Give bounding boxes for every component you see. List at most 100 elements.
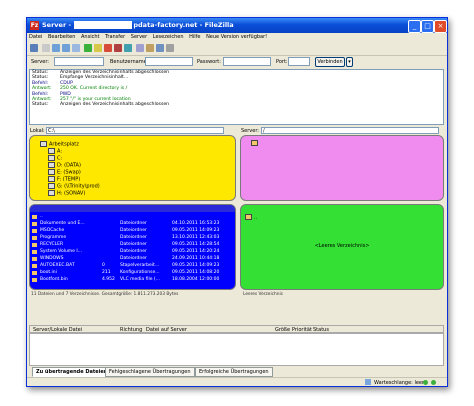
process-queue-icon[interactable] xyxy=(94,44,102,52)
message-log[interactable]: Status: Anzeigen des Verzeichnisinhalts a… xyxy=(29,69,444,125)
local-site-label: Lokal: xyxy=(30,128,45,134)
log-text: 250 OK. Current directory is / xyxy=(60,86,128,92)
local-tree-item[interactable]: A: xyxy=(48,148,62,155)
file-name: Bootfont.bin xyxy=(40,277,68,282)
toggle-remote-tree-icon[interactable] xyxy=(62,44,70,52)
file-icon xyxy=(32,264,37,268)
file-icon xyxy=(32,236,37,240)
menu-ansicht[interactable]: Ansicht xyxy=(79,33,101,41)
drive-icon xyxy=(48,148,55,154)
quickconnect-bar: Server: Benutzername: Passwort: Port: Ve… xyxy=(27,56,447,68)
tab-successful-transfers[interactable]: Erfolgreiche Übertragungen xyxy=(195,367,273,377)
remote-tree-root[interactable] xyxy=(251,140,260,147)
toggle-queue-icon[interactable] xyxy=(72,44,80,52)
file-type: VLC media file (... xyxy=(120,277,160,282)
file-type: Dateiordner xyxy=(120,256,147,261)
local-tree-label: A: xyxy=(57,148,63,155)
title-prefix: Server - xyxy=(42,21,74,29)
file-type: Konfigurationse... xyxy=(120,270,160,275)
remote-tree-pane[interactable] xyxy=(240,135,444,201)
sync-browse-icon[interactable] xyxy=(156,44,164,52)
port-input[interactable] xyxy=(288,57,310,66)
local-file-row[interactable]: Dokumente und E... Dateiordner 04.10.2011 … xyxy=(32,221,232,227)
close-button[interactable]: × xyxy=(434,20,447,33)
menu-server[interactable]: Server xyxy=(129,33,149,41)
cancel-icon[interactable] xyxy=(104,44,112,52)
local-path-input[interactable]: C:\ xyxy=(46,127,224,134)
computer-icon xyxy=(40,141,47,147)
status-led-icon xyxy=(423,380,428,385)
compare-icon[interactable] xyxy=(146,44,154,52)
log-text: PWD xyxy=(60,91,71,97)
window-title: Server - pdata-factory.net - FileZilla xyxy=(42,21,234,29)
local-file-row[interactable]: WINDOWS Dateiordner 24.09.2011 10:44:18 xyxy=(32,256,232,262)
filter-icon[interactable] xyxy=(136,44,144,52)
tab-failed-transfers[interactable]: Fehlgeschlagene Übertragungen xyxy=(105,367,195,377)
file-type: Dateiordner xyxy=(120,235,147,240)
local-file-row[interactable]: .. xyxy=(32,214,232,220)
maximize-button[interactable]: □ xyxy=(421,20,434,33)
menu-datei[interactable]: Datei xyxy=(27,33,44,41)
local-tree-label: C: xyxy=(57,155,63,162)
file-name: WINDOWS xyxy=(40,256,64,261)
tab-queued-files[interactable]: Zu übertragende Dateien xyxy=(32,367,112,377)
toggle-local-tree-icon[interactable] xyxy=(52,44,60,52)
local-file-list[interactable]: .. Dokumente und E... Dateiordner 04.10.201… xyxy=(29,204,236,290)
file-type: Dateiordner xyxy=(120,221,147,226)
file-name: RECYCLER xyxy=(40,242,64,247)
file-date: 09.05.2011 14:28:54 xyxy=(172,242,220,247)
disconnect-icon[interactable] xyxy=(114,44,122,52)
menu-new-version[interactable]: Neue Version verfügbar! xyxy=(204,33,269,41)
local-file-row[interactable]: Programme Dateiordner 13.10.2011 12:43:03 xyxy=(32,235,232,241)
connect-dropdown-button[interactable]: ▾ xyxy=(346,57,353,67)
queue-status-text: Warteschlange: leer xyxy=(374,380,425,386)
local-file-row[interactable]: AUTOEXEC.BAT 0 Stapelverarbeit... 09.05.201… xyxy=(32,263,232,269)
local-tree-label: F: (TEMP) xyxy=(57,176,81,183)
site-manager-icon[interactable] xyxy=(30,44,38,52)
menu-transfer[interactable]: Transfer xyxy=(103,33,127,41)
local-tree-item[interactable]: Arbeitsplatz xyxy=(40,141,79,148)
transfer-queue-list[interactable] xyxy=(29,333,444,366)
menu-bearbeiten[interactable]: Bearbeiten xyxy=(46,33,77,41)
remote-file-list[interactable]: .. <Leeres Verzeichnis> xyxy=(240,204,444,290)
filezilla-window: Fz Server - pdata-factory.net - FileZill… xyxy=(26,17,448,387)
toolbar xyxy=(27,42,447,56)
local-path-value: C:\ xyxy=(48,128,55,134)
refresh-icon[interactable] xyxy=(84,44,92,52)
reconnect-icon[interactable] xyxy=(124,44,132,52)
local-file-row[interactable]: Bootfont.bin 4.952 VLC media file (... 18.0… xyxy=(32,277,232,283)
server-input[interactable] xyxy=(54,57,104,66)
log-row: Status: Anzeigen des Verzeichnisinhalts a… xyxy=(30,102,443,107)
local-tree-item[interactable]: H: (SONAV) xyxy=(48,190,85,197)
remote-site-label: Server: xyxy=(241,128,259,134)
file-size: 0 xyxy=(102,263,105,268)
toggle-log-icon[interactable] xyxy=(42,44,50,52)
menu-lesezeichen[interactable]: Lesezeichen xyxy=(151,33,186,41)
remote-parent-row[interactable]: .. xyxy=(245,214,257,221)
file-size: 211 xyxy=(102,270,111,275)
title-suffix: pdata-factory.net - FileZilla xyxy=(133,21,234,29)
local-file-row[interactable]: boot.ini 211 Konfigurationse... 09.05.2011 … xyxy=(32,270,232,276)
local-tree-item[interactable]: E: (Swap) xyxy=(48,169,81,176)
search-icon[interactable] xyxy=(166,44,174,52)
local-tree-item[interactable]: D: (DATA) xyxy=(48,162,81,169)
local-tree-item[interactable]: G: (\\Trinity\prod) xyxy=(48,183,100,190)
username-input[interactable] xyxy=(145,57,193,66)
local-tree-item[interactable]: C: xyxy=(48,155,62,162)
file-date: 09.05.2011 14:09:23 xyxy=(172,263,220,268)
local-file-row[interactable]: MSOCache Dateiordner 09.05.2011 14:09:23 xyxy=(32,228,232,234)
minimize-button[interactable]: _ xyxy=(408,20,421,33)
file-name: MSOCache xyxy=(40,228,65,233)
status-bar: Warteschlange: leer xyxy=(27,377,447,386)
file-icon xyxy=(32,278,37,282)
password-input[interactable] xyxy=(223,57,271,66)
local-file-row[interactable]: RECYCLER Dateiordner 09.05.2011 14:28:54 xyxy=(32,242,232,248)
local-file-row[interactable]: System Volume I... Dateiordner 09.05.2011 … xyxy=(32,249,232,255)
menu-hilfe[interactable]: Hilfe xyxy=(187,33,202,41)
local-tree-pane[interactable]: Arbeitsplatz A: C: D: (DATA) E: (Swap) F: (TE… xyxy=(29,135,236,201)
drive-icon xyxy=(48,155,55,161)
connect-button[interactable]: Verbinden xyxy=(315,57,345,67)
title-bar[interactable]: Fz Server - pdata-factory.net - FileZill… xyxy=(27,18,447,33)
local-tree-item[interactable]: F: (TEMP) xyxy=(48,176,80,183)
remote-path-input[interactable]: / xyxy=(261,127,439,134)
